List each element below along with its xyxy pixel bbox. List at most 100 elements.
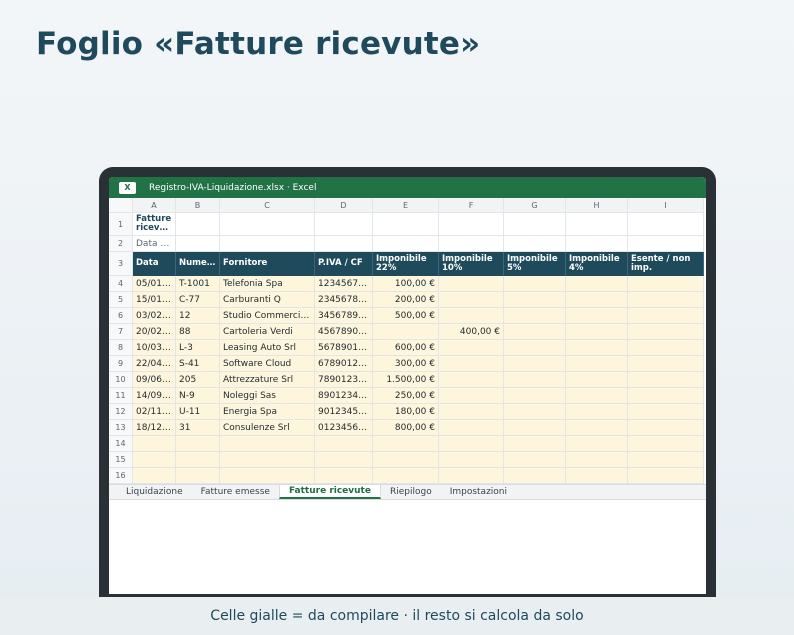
input-cell[interactable] — [628, 356, 704, 372]
input-cell[interactable]: 14/09… — [133, 388, 176, 404]
input-cell[interactable]: 12 — [176, 308, 220, 324]
input-cell[interactable]: T-1001 — [176, 276, 220, 292]
sheet-title-cell[interactable]: Fatture ricev… — [133, 213, 176, 236]
cell[interactable] — [220, 236, 315, 252]
input-cell[interactable]: U-11 — [176, 404, 220, 420]
input-cell[interactable] — [133, 436, 176, 452]
input-cell[interactable]: 250,00 € — [373, 388, 439, 404]
input-cell[interactable]: 9012345… — [315, 404, 373, 420]
input-cell[interactable]: 100,00 € — [373, 276, 439, 292]
cell[interactable] — [176, 236, 220, 252]
input-cell[interactable] — [504, 468, 566, 484]
input-cell[interactable]: 2345678… — [315, 292, 373, 308]
select-all-corner[interactable] — [109, 198, 133, 213]
input-cell[interactable] — [566, 452, 628, 468]
input-cell[interactable]: S-41 — [176, 356, 220, 372]
row-header[interactable]: 8 — [109, 340, 133, 356]
input-cell[interactable] — [504, 340, 566, 356]
input-cell[interactable] — [504, 452, 566, 468]
input-cell[interactable] — [628, 276, 704, 292]
input-cell[interactable]: 400,00 € — [439, 324, 504, 340]
input-cell[interactable]: L-3 — [176, 340, 220, 356]
column-header[interactable]: A — [133, 198, 176, 213]
sheet-subtitle-cell[interactable]: Data … — [133, 236, 176, 252]
sheet-tab-riepilogo[interactable]: Riepilogo — [381, 485, 441, 499]
table-header-cell[interactable]: Fornitore — [220, 252, 315, 276]
input-cell[interactable]: 4567890… — [315, 324, 373, 340]
row-header[interactable]: 7 — [109, 324, 133, 340]
input-cell[interactable]: 6789012… — [315, 356, 373, 372]
column-header[interactable]: C — [220, 198, 315, 213]
input-cell[interactable]: Attrezzature Srl — [220, 372, 315, 388]
input-cell[interactable] — [504, 404, 566, 420]
input-cell[interactable] — [504, 308, 566, 324]
cell[interactable] — [373, 213, 439, 236]
input-cell[interactable] — [176, 452, 220, 468]
column-header[interactable]: H — [566, 198, 628, 213]
cell[interactable] — [566, 213, 628, 236]
input-cell[interactable] — [439, 468, 504, 484]
input-cell[interactable] — [504, 292, 566, 308]
input-cell[interactable]: C-77 — [176, 292, 220, 308]
input-cell[interactable]: 02/11… — [133, 404, 176, 420]
input-cell[interactable] — [133, 452, 176, 468]
input-cell[interactable] — [566, 468, 628, 484]
input-cell[interactable] — [439, 452, 504, 468]
table-header-cell[interactable]: Esente / non imp. — [628, 252, 704, 276]
input-cell[interactable] — [439, 436, 504, 452]
row-header[interactable]: 9 — [109, 356, 133, 372]
input-cell[interactable] — [439, 372, 504, 388]
input-cell[interactable] — [373, 436, 439, 452]
input-cell[interactable]: Consulenze Srl — [220, 420, 315, 436]
input-cell[interactable] — [504, 276, 566, 292]
input-cell[interactable]: 500,00 € — [373, 308, 439, 324]
cell[interactable] — [628, 236, 704, 252]
input-cell[interactable]: 15/01… — [133, 292, 176, 308]
input-cell[interactable] — [628, 452, 704, 468]
input-cell[interactable] — [566, 292, 628, 308]
table-header-cell[interactable]: Nume… — [176, 252, 220, 276]
column-header[interactable]: D — [315, 198, 373, 213]
input-cell[interactable]: 600,00 € — [373, 340, 439, 356]
input-cell[interactable]: 8901234… — [315, 388, 373, 404]
input-cell[interactable] — [504, 356, 566, 372]
cell[interactable] — [439, 213, 504, 236]
cell[interactable] — [315, 213, 373, 236]
cell[interactable] — [176, 213, 220, 236]
input-cell[interactable]: 03/02… — [133, 308, 176, 324]
row-header[interactable]: 11 — [109, 388, 133, 404]
input-cell[interactable]: Carburanti Q — [220, 292, 315, 308]
input-cell[interactable]: 800,00 € — [373, 420, 439, 436]
column-header[interactable]: E — [373, 198, 439, 213]
input-cell[interactable] — [566, 436, 628, 452]
row-header[interactable]: 1 — [109, 213, 133, 236]
input-cell[interactable]: 5678901… — [315, 340, 373, 356]
row-header[interactable]: 10 — [109, 372, 133, 388]
input-cell[interactable] — [504, 420, 566, 436]
input-cell[interactable]: 22/04… — [133, 356, 176, 372]
input-cell[interactable]: N-9 — [176, 388, 220, 404]
cell[interactable] — [220, 213, 315, 236]
input-cell[interactable]: Software Cloud — [220, 356, 315, 372]
input-cell[interactable]: 205 — [176, 372, 220, 388]
input-cell[interactable]: Energia Spa — [220, 404, 315, 420]
input-cell[interactable] — [628, 292, 704, 308]
input-cell[interactable] — [315, 452, 373, 468]
input-cell[interactable] — [439, 388, 504, 404]
input-cell[interactable] — [373, 452, 439, 468]
input-cell[interactable] — [628, 308, 704, 324]
input-cell[interactable] — [628, 420, 704, 436]
input-cell[interactable] — [439, 420, 504, 436]
row-header[interactable]: 5 — [109, 292, 133, 308]
row-header[interactable]: 3 — [109, 252, 133, 276]
input-cell[interactable] — [566, 324, 628, 340]
input-cell[interactable] — [504, 388, 566, 404]
input-cell[interactable]: 20/02… — [133, 324, 176, 340]
cell[interactable] — [373, 236, 439, 252]
input-cell[interactable]: Telefonia Spa — [220, 276, 315, 292]
cell[interactable] — [315, 236, 373, 252]
input-cell[interactable] — [439, 356, 504, 372]
row-header[interactable]: 14 — [109, 436, 133, 452]
table-header-cell[interactable]: P.IVA / CF — [315, 252, 373, 276]
input-cell[interactable] — [439, 292, 504, 308]
